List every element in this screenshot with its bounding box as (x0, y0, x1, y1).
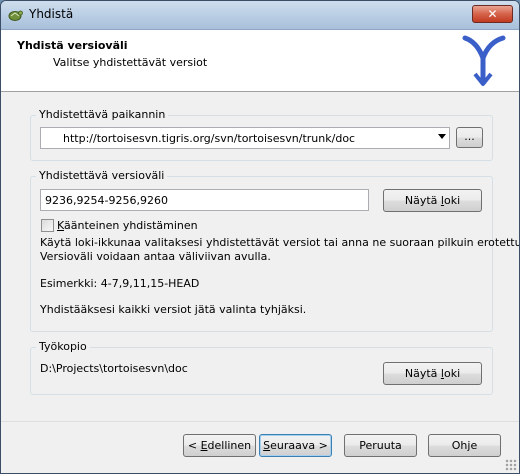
window-title: Yhdistä (29, 7, 74, 21)
cancel-button-label: Peruuta (359, 439, 402, 452)
example-text: Esimerkki: 4-7,9,11,15-HEAD (40, 277, 200, 290)
revision-range-label: Yhdistettävä versioväli (36, 169, 168, 182)
working-copy-label: Työkopio (36, 340, 90, 353)
show-log-button[interactable]: Näytä loki (383, 189, 482, 212)
revision-range-input[interactable]: 9236,9254-9256,9260 (40, 189, 369, 211)
close-button[interactable]: ✕ (472, 5, 513, 23)
wizard-header: Yhdistä versioväli Valitse yhdistettävät… (1, 30, 519, 92)
merge-dialog: Yhdistä ✕ Yhdistä versioväli Valitse yhd… (0, 0, 520, 474)
repository-url-combo[interactable]: http://tortoisesvn.tigris.org/svn/tortoi… (40, 127, 450, 149)
next-button-label: Seuraava > (263, 439, 328, 452)
tortoise-app-icon (8, 10, 23, 21)
back-button[interactable]: < Edellinen (183, 434, 256, 457)
revision-range-value: 9236,9254-9256,9260 (45, 194, 168, 207)
title-bar[interactable]: Yhdistä ✕ (1, 1, 519, 30)
footer-divider (1, 421, 519, 422)
repository-url-text: http://tortoisesvn.tigris.org/svn/tortoi… (63, 132, 356, 145)
working-copy-show-log-label: Näytä loki (404, 367, 461, 380)
page-title: Yhdistä versioväli (17, 39, 128, 52)
resize-grip-icon[interactable] (505, 459, 517, 471)
repository-label: Yhdistettävä paikannin (36, 108, 169, 121)
back-button-label: < Edellinen (187, 439, 252, 452)
help-text-line2: Versioväli voidaan antaa väliviivan avul… (40, 250, 271, 263)
show-log-label: Näytä loki (404, 194, 461, 207)
help-button[interactable]: Ohje (428, 434, 501, 457)
reverse-merge-label[interactable]: Käänteinen yhdistäminen (57, 219, 198, 232)
empty-selection-hint: Yhdistääksesi kaikki versiot jätä valint… (40, 303, 307, 316)
reverse-merge-checkbox[interactable] (41, 219, 54, 232)
help-text-line1: Käytä loki-ikkunaa valitaksesi yhdistett… (40, 236, 520, 249)
page-subtitle: Valitse yhdistettävät versiot (53, 56, 208, 69)
help-button-label: Ohje (451, 439, 478, 452)
working-copy-path: D:\Projects\tortoisesvn\doc (40, 362, 188, 375)
cancel-button[interactable]: Peruuta (344, 434, 417, 457)
next-button[interactable]: Seuraava > (259, 434, 332, 457)
close-icon: ✕ (487, 7, 498, 21)
merge-logo-icon (462, 35, 506, 86)
browse-button[interactable]: ... (456, 127, 483, 148)
chevron-down-icon[interactable] (438, 134, 446, 139)
working-copy-show-log-button[interactable]: Näytä loki (383, 362, 482, 385)
